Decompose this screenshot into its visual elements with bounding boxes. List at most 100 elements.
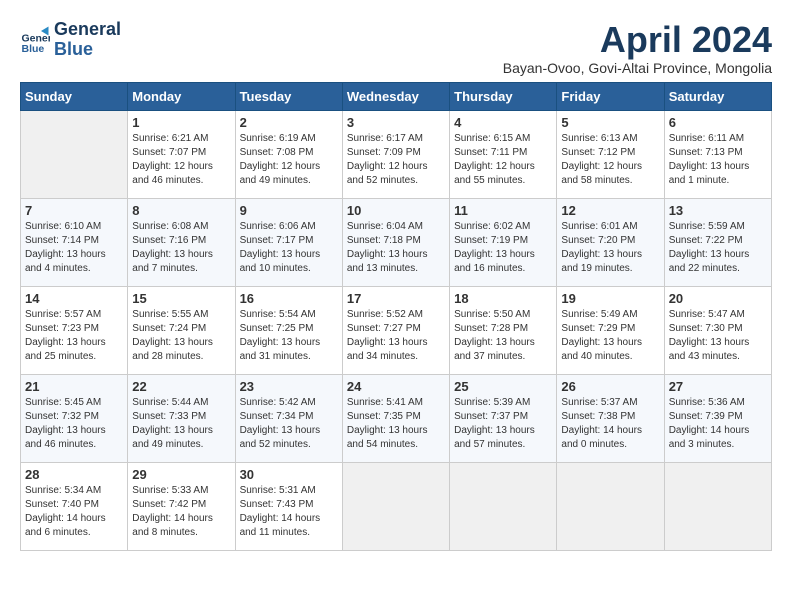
day-info: Sunrise: 6:04 AM Sunset: 7:18 PM Dayligh… — [347, 220, 445, 276]
calendar-cell: 13 Sunrise: 5:59 AM Sunset: 7:22 PM Dayli… — [664, 198, 771, 286]
day-info: Sunrise: 6:17 AM Sunset: 7:09 PM Dayligh… — [347, 132, 445, 188]
svg-text:Blue: Blue — [22, 43, 45, 55]
header: General Blue General Blue April 2024 Bay… — [20, 20, 772, 76]
day-info: Sunrise: 5:42 AM Sunset: 7:34 PM Dayligh… — [240, 396, 338, 452]
day-number: 19 — [561, 291, 659, 306]
calendar-cell: 26 Sunrise: 5:37 AM Sunset: 7:38 PM Dayli… — [557, 374, 664, 462]
calendar-week-2: 7 Sunrise: 6:10 AM Sunset: 7:14 PM Daylig… — [21, 198, 772, 286]
day-info: Sunrise: 5:55 AM Sunset: 7:24 PM Dayligh… — [132, 308, 230, 364]
weekday-header-thursday: Thursday — [450, 82, 557, 110]
calendar-cell — [664, 462, 771, 550]
calendar-cell: 10 Sunrise: 6:04 AM Sunset: 7:18 PM Dayli… — [342, 198, 449, 286]
calendar-cell: 7 Sunrise: 6:10 AM Sunset: 7:14 PM Daylig… — [21, 198, 128, 286]
day-number: 4 — [454, 115, 552, 130]
logo-icon: General Blue — [20, 25, 50, 55]
day-info: Sunrise: 5:36 AM Sunset: 7:39 PM Dayligh… — [669, 396, 767, 452]
calendar-cell: 16 Sunrise: 5:54 AM Sunset: 7:25 PM Dayli… — [235, 286, 342, 374]
day-info: Sunrise: 5:39 AM Sunset: 7:37 PM Dayligh… — [454, 396, 552, 452]
day-number: 7 — [25, 203, 123, 218]
logo: General Blue General Blue — [20, 20, 121, 60]
day-info: Sunrise: 5:54 AM Sunset: 7:25 PM Dayligh… — [240, 308, 338, 364]
calendar-cell — [450, 462, 557, 550]
calendar-cell: 25 Sunrise: 5:39 AM Sunset: 7:37 PM Dayli… — [450, 374, 557, 462]
day-info: Sunrise: 6:21 AM Sunset: 7:07 PM Dayligh… — [132, 132, 230, 188]
logo-text: General Blue — [54, 20, 121, 60]
day-info: Sunrise: 5:34 AM Sunset: 7:40 PM Dayligh… — [25, 484, 123, 540]
day-number: 22 — [132, 379, 230, 394]
month-title: April 2024 — [503, 20, 772, 60]
calendar-cell: 3 Sunrise: 6:17 AM Sunset: 7:09 PM Daylig… — [342, 110, 449, 198]
location: Bayan-Ovoo, Govi-Altai Province, Mongoli… — [503, 60, 772, 76]
day-number: 3 — [347, 115, 445, 130]
calendar-cell: 29Sunrise: 5:33 AM Sunset: 7:42 PM Dayli… — [128, 462, 235, 550]
calendar-cell: 17Sunrise: 5:52 AM Sunset: 7:27 PM Dayli… — [342, 286, 449, 374]
calendar-cell: 21 Sunrise: 5:45 AM Sunset: 7:32 PM Dayli… — [21, 374, 128, 462]
day-number: 16 — [240, 291, 338, 306]
calendar-cell: 8 Sunrise: 6:08 AM Sunset: 7:16 PM Daylig… — [128, 198, 235, 286]
weekday-header-wednesday: Wednesday — [342, 82, 449, 110]
day-info: Sunrise: 6:10 AM Sunset: 7:14 PM Dayligh… — [25, 220, 123, 276]
day-info: Sunrise: 5:59 AM Sunset: 7:22 PM Dayligh… — [669, 220, 767, 276]
weekday-header-tuesday: Tuesday — [235, 82, 342, 110]
day-info: Sunrise: 5:37 AM Sunset: 7:38 PM Dayligh… — [561, 396, 659, 452]
day-number: 9 — [240, 203, 338, 218]
day-info: Sunrise: 5:57 AM Sunset: 7:23 PM Dayligh… — [25, 308, 123, 364]
calendar-cell: 6 Sunrise: 6:11 AM Sunset: 7:13 PM Daylig… — [664, 110, 771, 198]
weekday-header-saturday: Saturday — [664, 82, 771, 110]
weekday-header-sunday: Sunday — [21, 82, 128, 110]
day-number: 18 — [454, 291, 552, 306]
day-number: 8 — [132, 203, 230, 218]
day-info: Sunrise: 5:41 AM Sunset: 7:35 PM Dayligh… — [347, 396, 445, 452]
calendar-cell — [342, 462, 449, 550]
weekday-row: SundayMondayTuesdayWednesdayThursdayFrid… — [21, 82, 772, 110]
calendar-cell: 18Sunrise: 5:50 AM Sunset: 7:28 PM Dayli… — [450, 286, 557, 374]
calendar-week-3: 14 Sunrise: 5:57 AM Sunset: 7:23 PM Dayli… — [21, 286, 772, 374]
day-info: Sunrise: 5:47 AM Sunset: 7:30 PM Dayligh… — [669, 308, 767, 364]
calendar-week-4: 21 Sunrise: 5:45 AM Sunset: 7:32 PM Dayli… — [21, 374, 772, 462]
calendar-cell: 2 Sunrise: 6:19 AM Sunset: 7:08 PM Daylig… — [235, 110, 342, 198]
day-number: 29 — [132, 467, 230, 482]
calendar-cell: 9 Sunrise: 6:06 AM Sunset: 7:17 PM Daylig… — [235, 198, 342, 286]
day-number: 15 — [132, 291, 230, 306]
day-number: 2 — [240, 115, 338, 130]
day-info: Sunrise: 5:45 AM Sunset: 7:32 PM Dayligh… — [25, 396, 123, 452]
calendar-header: SundayMondayTuesdayWednesdayThursdayFrid… — [21, 82, 772, 110]
day-number: 23 — [240, 379, 338, 394]
calendar-cell: 19 Sunrise: 5:49 AM Sunset: 7:29 PM Dayli… — [557, 286, 664, 374]
day-number: 30 — [240, 467, 338, 482]
calendar-cell: 24Sunrise: 5:41 AM Sunset: 7:35 PM Dayli… — [342, 374, 449, 462]
day-info: Sunrise: 6:06 AM Sunset: 7:17 PM Dayligh… — [240, 220, 338, 276]
weekday-header-monday: Monday — [128, 82, 235, 110]
day-info: Sunrise: 6:15 AM Sunset: 7:11 PM Dayligh… — [454, 132, 552, 188]
day-number: 1 — [132, 115, 230, 130]
calendar-cell — [21, 110, 128, 198]
day-info: Sunrise: 6:08 AM Sunset: 7:16 PM Dayligh… — [132, 220, 230, 276]
day-number: 25 — [454, 379, 552, 394]
calendar-cell: 4 Sunrise: 6:15 AM Sunset: 7:11 PM Daylig… — [450, 110, 557, 198]
calendar-cell: 27Sunrise: 5:36 AM Sunset: 7:39 PM Dayli… — [664, 374, 771, 462]
day-info: Sunrise: 6:13 AM Sunset: 7:12 PM Dayligh… — [561, 132, 659, 188]
day-number: 10 — [347, 203, 445, 218]
day-info: Sunrise: 5:49 AM Sunset: 7:29 PM Dayligh… — [561, 308, 659, 364]
calendar-cell: 1 Sunrise: 6:21 AM Sunset: 7:07 PM Daylig… — [128, 110, 235, 198]
calendar-week-5: 28 Sunrise: 5:34 AM Sunset: 7:40 PM Dayli… — [21, 462, 772, 550]
calendar-cell: 22Sunrise: 5:44 AM Sunset: 7:33 PM Dayli… — [128, 374, 235, 462]
calendar-cell: 11Sunrise: 6:02 AM Sunset: 7:19 PM Dayli… — [450, 198, 557, 286]
day-info: Sunrise: 6:11 AM Sunset: 7:13 PM Dayligh… — [669, 132, 767, 188]
calendar-cell: 12Sunrise: 6:01 AM Sunset: 7:20 PM Dayli… — [557, 198, 664, 286]
day-info: Sunrise: 6:01 AM Sunset: 7:20 PM Dayligh… — [561, 220, 659, 276]
day-number: 28 — [25, 467, 123, 482]
weekday-header-friday: Friday — [557, 82, 664, 110]
day-number: 17 — [347, 291, 445, 306]
day-number: 6 — [669, 115, 767, 130]
calendar-cell: 15 Sunrise: 5:55 AM Sunset: 7:24 PM Dayli… — [128, 286, 235, 374]
calendar-cell: 5Sunrise: 6:13 AM Sunset: 7:12 PM Daylig… — [557, 110, 664, 198]
day-info: Sunrise: 6:19 AM Sunset: 7:08 PM Dayligh… — [240, 132, 338, 188]
calendar-cell: 23 Sunrise: 5:42 AM Sunset: 7:34 PM Dayli… — [235, 374, 342, 462]
day-number: 26 — [561, 379, 659, 394]
day-number: 21 — [25, 379, 123, 394]
day-info: Sunrise: 5:31 AM Sunset: 7:43 PM Dayligh… — [240, 484, 338, 540]
day-number: 13 — [669, 203, 767, 218]
day-number: 14 — [25, 291, 123, 306]
calendar-cell: 14 Sunrise: 5:57 AM Sunset: 7:23 PM Dayli… — [21, 286, 128, 374]
